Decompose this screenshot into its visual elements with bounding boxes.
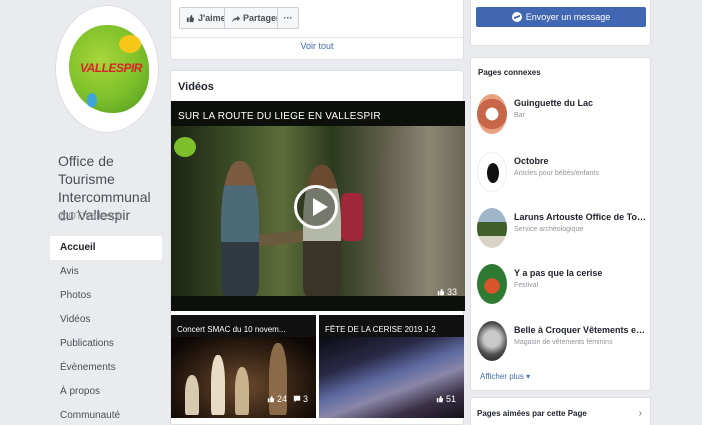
featured-video-title: SUR LA ROUTE DU LIEGE EN VALLESPIR xyxy=(178,111,381,122)
play-icon[interactable] xyxy=(294,185,338,229)
featured-video-likes: 33 xyxy=(437,287,457,297)
page-handle[interactable]: @OTIVallespir xyxy=(58,211,122,222)
featured-video[interactable]: SUR LA ROUTE DU LIEGE EN VALLESPIR 33 xyxy=(171,101,465,311)
video-thumbnail-fete[interactable]: FÊTE DE LA CERISE 2019 J-2 51 xyxy=(319,315,464,418)
like-label: J'aime xyxy=(198,13,226,23)
nav-item-evenements[interactable]: Évènements xyxy=(50,356,162,380)
see-more-link[interactable]: Afficher plus ▾ xyxy=(480,372,530,381)
related-page-avatar xyxy=(477,208,507,248)
video-scene-backpack xyxy=(341,193,363,241)
related-page-category: Festival xyxy=(514,282,539,289)
messenger-icon xyxy=(511,12,522,22)
comment-count: 3 xyxy=(302,394,308,404)
page-sidebar: VALLESPIR Office de Tourisme Intercommun… xyxy=(50,0,165,425)
like-count: 51 xyxy=(445,394,456,404)
related-page-category: Magasin de vêtements féminins xyxy=(514,339,613,346)
related-page-avatar xyxy=(477,264,507,304)
thumbs-up-icon xyxy=(436,395,444,403)
related-page-name: Laruns Artouste Office de Touris... xyxy=(514,212,647,222)
thumbnail-stats: 24 3 xyxy=(267,394,308,404)
related-page-avatar xyxy=(477,152,507,192)
related-page-category: Articles pour bébés/enfants xyxy=(514,170,599,177)
related-page-item[interactable]: Y a pas que la cerise Festival xyxy=(477,264,647,304)
related-page-item[interactable]: Belle à Croquer Vêtements et ac... Magas… xyxy=(477,321,647,361)
related-page-avatar-mark xyxy=(487,163,499,183)
nav-item-accueil[interactable]: Accueil xyxy=(50,236,162,260)
share-label: Partager xyxy=(243,13,280,23)
nav-item-photos[interactable]: Photos xyxy=(50,284,162,308)
video-scene-person xyxy=(221,161,259,296)
see-more-label: Afficher plus xyxy=(480,372,524,381)
nav-item-publications[interactable]: Publications xyxy=(50,332,162,356)
page-nav: Accueil Avis Photos Vidéos Publications … xyxy=(50,236,162,425)
thumbnail-title: FÊTE DE LA CERISE 2019 J-2 xyxy=(325,325,436,334)
related-page-name: Octobre xyxy=(514,156,549,166)
like-count: 24 xyxy=(276,394,287,404)
related-page-name: Y a pas que la cerise xyxy=(514,268,603,278)
video-logo-badge xyxy=(174,137,196,157)
related-page-name: Belle à Croquer Vêtements et ac... xyxy=(514,325,647,335)
videos-card: Vidéos SUR LA ROUTE DU LIEGE EN VALLESPI… xyxy=(170,70,465,425)
video-scene-tree xyxy=(376,126,465,296)
page-actions-card: J'aime Partager ··· Voir tout xyxy=(170,0,464,60)
logo-sun xyxy=(119,35,141,53)
thumbnail-comments: 3 xyxy=(293,394,308,404)
videos-section-title[interactable]: Vidéos xyxy=(178,81,214,93)
thumbnail-title: Concert SMAC du 10 novem... xyxy=(177,325,286,334)
thumbs-up-icon xyxy=(186,14,195,22)
chevron-right-icon[interactable]: › xyxy=(639,408,642,419)
video-scene-person xyxy=(303,165,341,296)
nav-item-videos[interactable]: Vidéos xyxy=(50,308,162,332)
thumbnail-figure xyxy=(235,367,249,415)
thumbnail-likes: 51 xyxy=(436,394,456,404)
main-column: J'aime Partager ··· Voir tout Vidéos SUR… xyxy=(170,0,465,425)
message-card: Envoyer un message xyxy=(470,0,651,46)
related-page-item[interactable]: Guinguette du Lac Bar xyxy=(477,94,647,134)
see-all-link[interactable]: Voir tout xyxy=(171,41,463,51)
nav-item-avis[interactable]: Avis xyxy=(50,260,162,284)
right-column: Envoyer un message Pages connexes Guingu… xyxy=(470,0,651,425)
video-thumbnail-concert[interactable]: Concert SMAC du 10 novem... 24 3 xyxy=(171,315,316,418)
related-page-item[interactable]: Laruns Artouste Office de Touris... Serv… xyxy=(477,208,647,248)
comment-icon xyxy=(293,395,301,403)
liked-pages-title: Pages aimées par cette Page xyxy=(477,409,587,418)
thumbnail-figure xyxy=(269,343,287,415)
more-options-button[interactable]: ··· xyxy=(277,7,299,29)
related-page-category: Bar xyxy=(514,112,525,119)
thumbnail-likes: 24 xyxy=(267,394,287,404)
nav-item-a-propos[interactable]: À propos xyxy=(50,380,162,404)
thumbnail-figure xyxy=(211,355,225,415)
thumbnail-image xyxy=(319,337,464,418)
related-page-item[interactable]: Octobre Articles pour bébés/enfants xyxy=(477,152,647,192)
nav-item-communaute[interactable]: Communauté xyxy=(50,404,162,425)
related-pages-title: Pages connexes xyxy=(478,68,541,77)
thumbs-up-icon xyxy=(267,395,275,403)
share-icon xyxy=(231,15,240,22)
related-page-name: Guinguette du Lac xyxy=(514,98,594,108)
logo-drop xyxy=(87,93,97,107)
thumbs-up-icon xyxy=(437,288,445,296)
divider xyxy=(171,37,463,38)
related-page-category: Service archéologique xyxy=(514,226,584,233)
liked-pages-card[interactable]: Pages aimées par cette Page › xyxy=(470,397,651,425)
send-message-button[interactable]: Envoyer un message xyxy=(476,7,646,27)
caret-down-icon: ▾ xyxy=(526,372,531,381)
page-avatar[interactable]: VALLESPIR xyxy=(56,6,158,132)
related-page-avatar xyxy=(477,94,507,134)
thumbnail-figure xyxy=(185,375,199,415)
like-count: 33 xyxy=(446,287,457,297)
related-page-avatar xyxy=(477,321,507,361)
send-message-label: Envoyer un message xyxy=(525,12,611,22)
related-pages-card: Pages connexes Guinguette du Lac Bar Oct… xyxy=(470,57,651,391)
logo-text: VALLESPIR xyxy=(80,61,142,75)
